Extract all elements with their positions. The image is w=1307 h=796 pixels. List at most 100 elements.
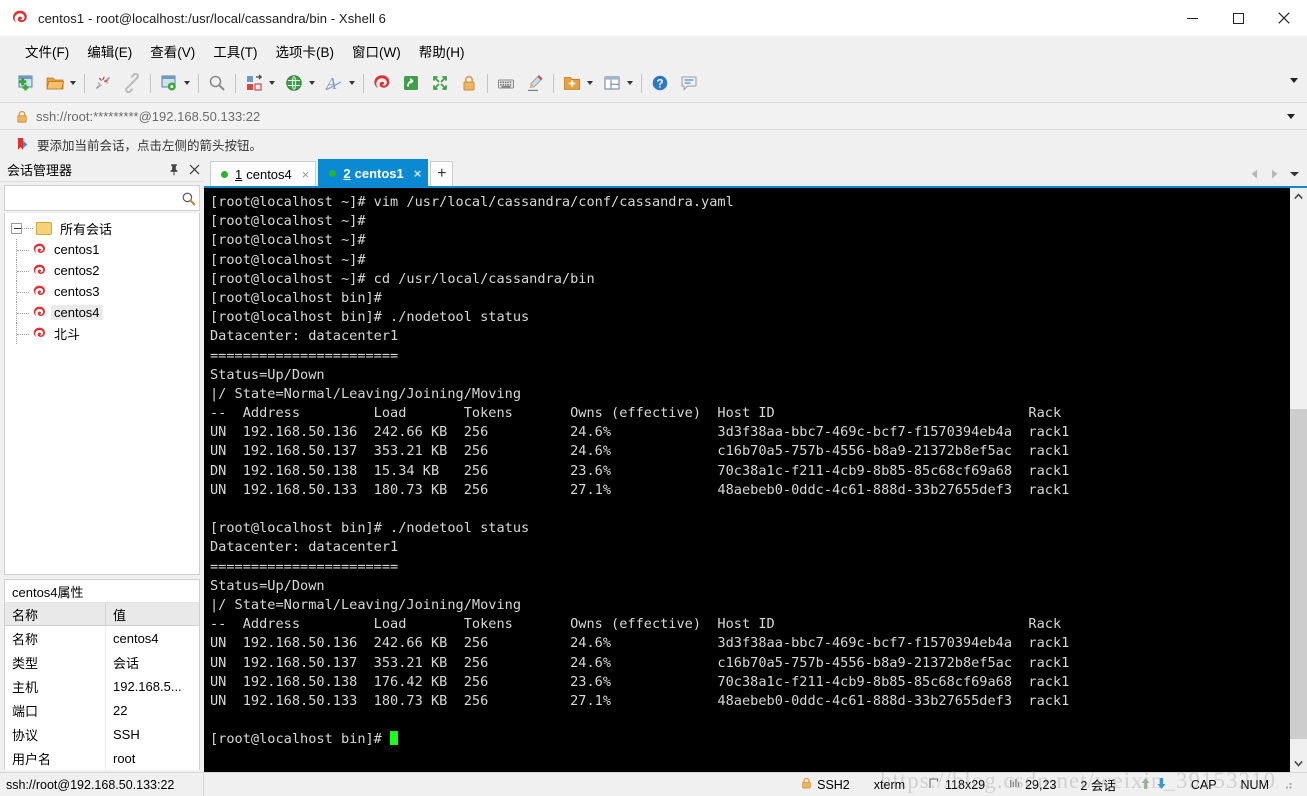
quick-connect-bar[interactable]: ssh://root:*********@192.168.50.133:22 [0, 102, 1307, 130]
tab-label: centos4 [246, 166, 292, 182]
reconnect-button[interactable] [120, 69, 144, 97]
status-termtype-cell: xterm [862, 778, 917, 792]
new-session-button[interactable] [14, 69, 38, 97]
close-icon[interactable] [184, 160, 204, 180]
file-transfer-button[interactable] [242, 69, 277, 97]
open-session-button[interactable] [43, 69, 78, 97]
terminal-line: Status=Up/Down [210, 366, 325, 383]
menu-tabs[interactable]: 选项卡(B) [267, 39, 344, 63]
toolbar-overflow-button[interactable] [1290, 78, 1298, 83]
highlight-button[interactable] [523, 69, 547, 97]
scroll-down-icon[interactable] [1290, 755, 1307, 772]
terminal-line: ======================= [210, 558, 399, 575]
terminal-line: [root@localhost bin]# ./nodetool status [210, 520, 530, 537]
fullscreen-button[interactable] [428, 69, 452, 97]
terminal-output[interactable]: [root@localhost ~]# vim /usr/local/cassa… [204, 188, 1290, 772]
property-label: 用户名 [12, 751, 52, 767]
tab-close-icon[interactable]: × [414, 166, 422, 181]
disconnect-button[interactable] [91, 69, 115, 97]
new-tab-button[interactable]: + [430, 161, 454, 186]
menu-help[interactable]: 帮助(H) [410, 39, 474, 63]
menu-window[interactable]: 窗口(W) [343, 39, 410, 63]
toolbar: A ? [0, 64, 1307, 102]
lock-button[interactable] [457, 69, 481, 97]
xftp-button[interactable] [399, 69, 423, 97]
terminal-line: UN 192.168.50.137 353.21 KB 256 24.6% c1… [210, 443, 1070, 460]
close-button[interactable] [1261, 0, 1307, 36]
property-row-name: 名称 centos4 [5, 626, 199, 650]
terminal-wrapper: [root@localhost ~]# vim /usr/local/cassa… [204, 186, 1307, 772]
sidebar-item-label: centos1 [54, 242, 100, 257]
terminal-line: [root@localhost ~]# [210, 213, 366, 230]
sidebar-item-centos1[interactable]: centos1 [5, 239, 199, 260]
tree-root-all-sessions[interactable]: 所有会话 [5, 218, 199, 239]
tab-close-icon[interactable]: × [302, 167, 310, 182]
sidebar-item-centos2[interactable]: centos2 [5, 260, 199, 281]
folder-add-icon [560, 71, 584, 95]
new-session-icon [14, 71, 38, 95]
properties-panel: centos4属性 名称 值 名称 centos4 类型 会话 主机 192.1… [4, 579, 200, 770]
keyboard-button[interactable] [494, 69, 518, 97]
globe-dropdown[interactable] [306, 71, 317, 95]
font-dropdown[interactable] [346, 71, 357, 95]
find-button[interactable] [205, 69, 229, 97]
reconnect-icon [120, 71, 144, 95]
split-view-icon [600, 71, 624, 95]
help-button[interactable]: ? [648, 69, 672, 97]
lock-icon [801, 777, 812, 792]
menu-view[interactable]: 查看(V) [141, 39, 204, 63]
file-transfer-dropdown[interactable] [266, 71, 277, 95]
session-search-row[interactable] [4, 185, 200, 211]
property-row-username: 用户名 root [5, 746, 199, 770]
globe-button[interactable] [282, 69, 317, 97]
tab-centos1[interactable]: 2 centos1 × [318, 159, 429, 186]
minimize-button[interactable] [1169, 0, 1215, 36]
maximize-button[interactable] [1215, 0, 1261, 36]
tab-centos4[interactable]: 1 centos4 × [210, 161, 317, 186]
status-terminal-type: xterm [873, 777, 906, 792]
folder-add-button[interactable] [560, 69, 595, 97]
session-manager-header: 会话管理器 [0, 158, 204, 182]
tab-prev-icon[interactable] [1247, 166, 1261, 182]
tab-number: 1 [235, 166, 243, 182]
comment-icon [677, 71, 701, 95]
folder-add-dropdown[interactable] [584, 71, 595, 95]
terminal-line: UN 192.168.50.138 176.42 KB 256 23.6% 70… [210, 673, 1070, 690]
tree-connector [22, 228, 33, 229]
terminal-line: ======================= [210, 347, 399, 364]
sidebar-item-centos4[interactable]: centos4 [5, 302, 199, 323]
sidebar-item-label: centos2 [54, 263, 100, 278]
xshell-app-icon [11, 9, 29, 27]
split-view-dropdown[interactable] [624, 71, 635, 95]
menu-file[interactable]: 文件(F) [16, 39, 78, 63]
quick-connect-dropdown[interactable] [1287, 114, 1295, 119]
session-properties-button[interactable] [157, 69, 192, 97]
comment-button[interactable] [677, 69, 701, 97]
tab-next-icon[interactable] [1267, 166, 1281, 182]
xshell-button[interactable] [370, 69, 394, 97]
scrollbar-track[interactable] [1290, 205, 1307, 755]
xshell-session-icon [31, 284, 47, 300]
tip-text: 要添加当前会话，点击左侧的箭头按钮。 [37, 138, 263, 153]
collapse-icon[interactable] [11, 223, 22, 234]
open-session-dropdown[interactable] [67, 71, 78, 95]
scrollbar-thumb[interactable] [1290, 408, 1307, 739]
resize-grip-icon[interactable] [1281, 778, 1295, 792]
split-view-button[interactable] [600, 69, 635, 97]
properties-header: 名称 值 [5, 603, 199, 626]
terminal-scrollbar[interactable] [1290, 188, 1307, 772]
sidebar-item-centos3[interactable]: centos3 [5, 281, 199, 302]
session-manager-title: 会话管理器 [7, 163, 73, 178]
quick-connect-input[interactable]: ssh://root:*********@192.168.50.133:22 [36, 109, 260, 124]
search-icon[interactable] [177, 191, 199, 206]
session-manager-panel: 会话管理器 所有会话 centos1 centos2 centos3 cento… [0, 158, 204, 772]
sidebar-item-beidou[interactable]: 北斗 [5, 323, 199, 344]
menu-tools[interactable]: 工具(T) [204, 39, 266, 63]
pin-icon[interactable] [164, 160, 184, 180]
font-button[interactable]: A [322, 69, 357, 97]
session-tree[interactable]: 所有会话 centos1 centos2 centos3 centos4 北斗 [4, 213, 200, 575]
menu-edit[interactable]: 编辑(E) [78, 39, 141, 63]
scroll-up-icon[interactable] [1290, 188, 1307, 205]
session-properties-dropdown[interactable] [181, 71, 192, 95]
tab-list-icon[interactable] [1287, 166, 1301, 182]
